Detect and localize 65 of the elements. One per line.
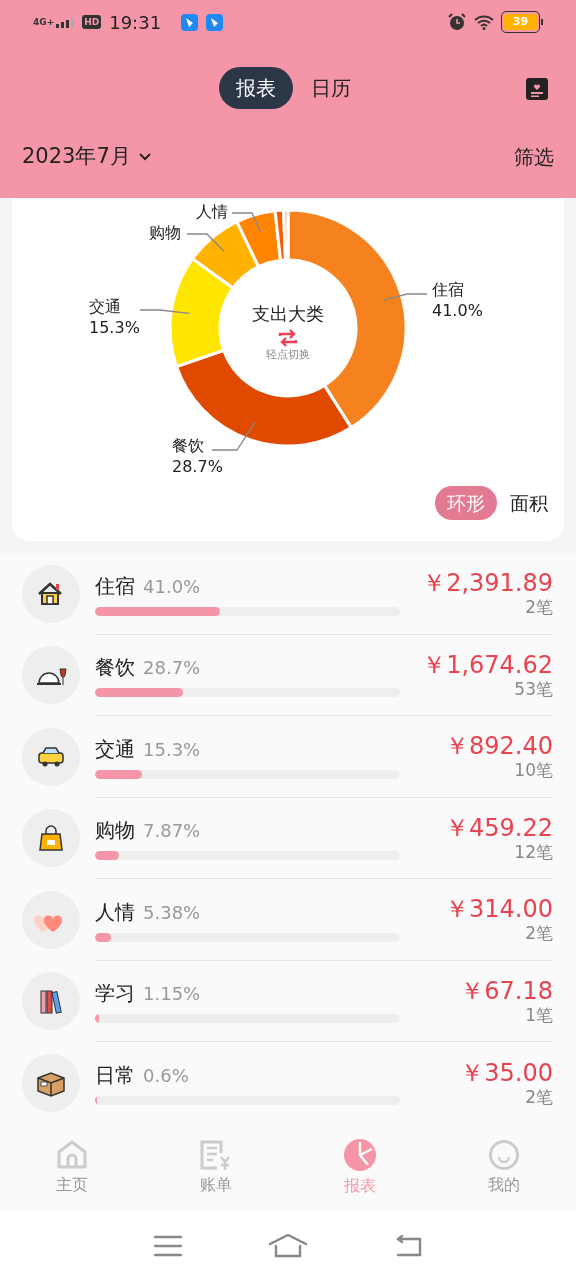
battery-indicator: 39 — [502, 12, 543, 32]
hd-badge: HD — [82, 15, 102, 29]
signal-indicator: 4G+ — [33, 17, 55, 27]
category-percent: 5.38% — [143, 900, 201, 925]
back-icon[interactable] — [394, 1235, 423, 1257]
slice-label: 住宿 — [432, 280, 464, 299]
category-amount: ￥35.00 — [460, 1058, 553, 1087]
category-name: 交通 — [95, 735, 135, 763]
category-amount: ￥2,391.89 — [422, 569, 553, 598]
transaction-count: 1笔 — [525, 1004, 553, 1025]
transaction-count: 10笔 — [514, 760, 553, 781]
journal-icon[interactable] — [526, 78, 548, 100]
slice-percent: 41.0% — [432, 301, 483, 320]
chevron-down-icon[interactable] — [138, 153, 151, 161]
category-name: 餐饮 — [95, 654, 135, 682]
leader-line — [186, 233, 225, 252]
transaction-count: 12笔 — [514, 841, 553, 862]
category-amount: ￥314.00 — [445, 895, 553, 924]
transaction-count: 2笔 — [525, 597, 553, 618]
category-name: 住宿 — [95, 572, 135, 600]
chart-center-title[interactable]: 支出大类 — [252, 300, 324, 327]
wifi-icon — [474, 14, 494, 30]
transaction-count: 2笔 — [525, 1086, 553, 1107]
category-percent: 28.7% — [143, 656, 201, 681]
chart-mode-toggle[interactable]: 面积 — [509, 486, 549, 520]
leader-line — [383, 293, 428, 301]
menu-icon[interactable] — [153, 1235, 182, 1257]
view-tab[interactable]: 报表 — [219, 67, 293, 109]
pie-chart-icon[interactable] — [343, 1137, 377, 1172]
chart-center-hint: 轻点切换 — [266, 347, 310, 363]
slice-label: 购物 — [149, 223, 181, 242]
filter-button[interactable]: 筛选 — [514, 142, 554, 172]
category-amount: ￥1,674.62 — [422, 650, 553, 679]
leader-line — [211, 421, 256, 451]
category-percent: 15.3% — [143, 737, 201, 762]
home-icon[interactable] — [269, 1234, 307, 1258]
leader-line — [231, 212, 262, 233]
category-percent: 0.6% — [143, 1064, 189, 1089]
slice-label: 交通 — [89, 297, 121, 316]
donut-slice[interactable] — [282, 208, 290, 262]
category-amount: ￥459.22 — [445, 813, 553, 842]
slice-label: 人情 — [196, 202, 228, 221]
transaction-count: 2笔 — [525, 923, 553, 944]
view-tab[interactable]: 日历 — [305, 67, 357, 109]
clock-time: 19:31 — [109, 10, 162, 35]
category-name: 人情 — [95, 898, 135, 926]
category-name: 购物 — [95, 817, 135, 845]
slice-percent: 28.7% — [172, 457, 223, 476]
category-percent: 41.0% — [143, 574, 201, 599]
category-percent: 1.15% — [143, 982, 201, 1007]
category-name: 日常 — [95, 1062, 135, 1090]
category-name: 学习 — [95, 980, 135, 1008]
app-notification-icon — [206, 13, 224, 31]
signal-icon — [54, 16, 75, 28]
slice-label: 餐饮 — [172, 436, 204, 455]
slice-percent: 15.3% — [89, 318, 140, 337]
app-notification-icon — [181, 13, 199, 31]
alarm-icon — [448, 13, 466, 31]
category-amount: ￥67.18 — [460, 976, 553, 1005]
leader-line — [139, 309, 190, 314]
category-amount: ￥892.40 — [445, 732, 553, 761]
transaction-count: 53笔 — [514, 678, 553, 699]
swap-icon[interactable] — [278, 329, 298, 347]
month-selector[interactable]: 2023年7月 — [22, 141, 131, 173]
category-percent: 7.87% — [143, 819, 201, 844]
